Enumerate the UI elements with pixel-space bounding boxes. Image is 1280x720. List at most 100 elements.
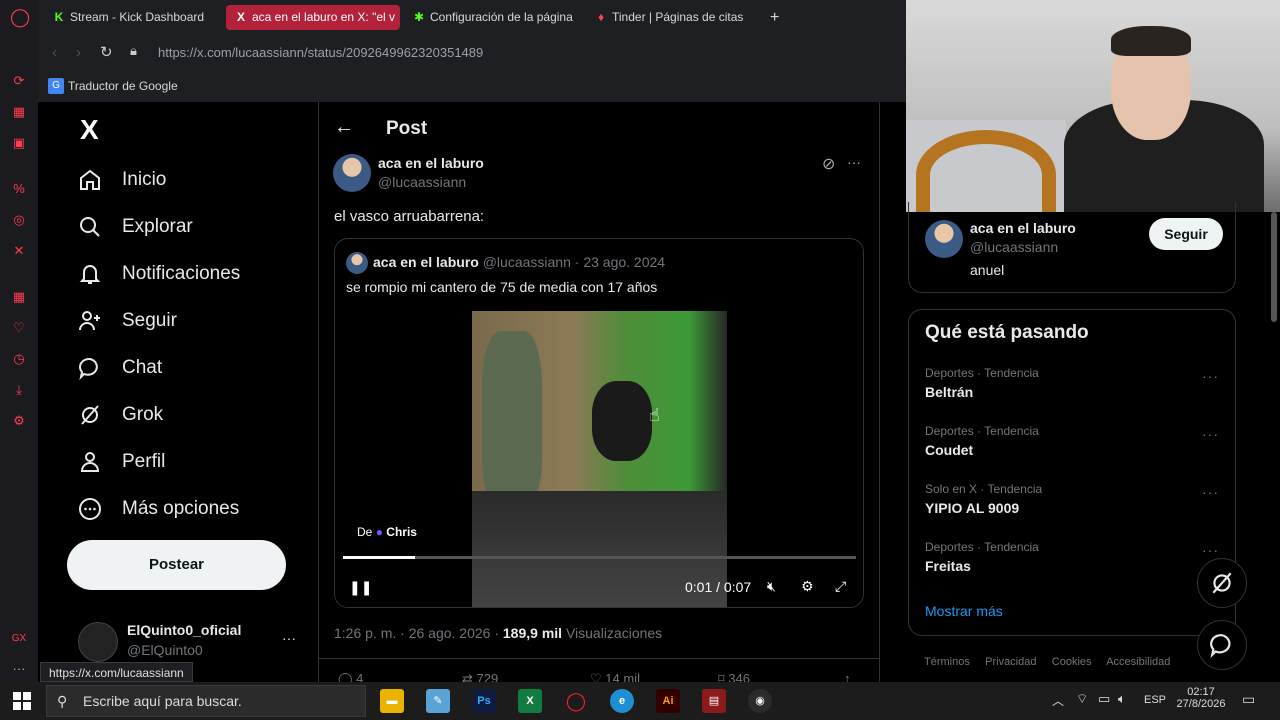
footer-accessibility[interactable]: Accesibilidad — [1106, 656, 1170, 668]
bookmarks-bar: G Traductor de Google — [38, 72, 906, 102]
trend-more-icon[interactable]: ··· — [1202, 542, 1219, 558]
tab-tinder[interactable]: ♦ Tinder | Páginas de citas — [586, 5, 758, 30]
mute-icon[interactable]: 🔇︎ — [767, 578, 776, 595]
post-more-icon[interactable]: ··· — [847, 154, 861, 170]
whatsapp-icon[interactable]: ◎ — [10, 211, 28, 229]
grok-post-icon[interactable]: ⊘ — [822, 154, 835, 174]
trend-more-icon[interactable]: ··· — [1202, 426, 1219, 442]
tab-x-post[interactable]: Xaca en el laburo en X: "el v — [226, 5, 400, 30]
messenger-icon[interactable]: ▣ — [10, 134, 28, 152]
nav-more[interactable]: Más opciones — [78, 491, 239, 527]
account-menu-icon[interactable]: ··· — [282, 630, 296, 646]
url-field[interactable]: https://x.com/lucaassiann/status/2092649… — [158, 45, 483, 60]
scrollbar[interactable] — [1271, 212, 1277, 322]
photoshop-icon[interactable]: Ps — [472, 689, 496, 713]
back-icon[interactable]: ‹ — [52, 44, 57, 61]
illustrator-icon[interactable]: Ai — [656, 689, 680, 713]
taskbar-search[interactable]: ⚲ Escribe aquí para buscar. — [46, 685, 366, 717]
trend-item[interactable]: Deportes · Tendencia Beltrán — [925, 366, 1039, 400]
nav-label: Inicio — [122, 169, 167, 190]
nav-explore[interactable]: Explorar — [78, 209, 193, 245]
video-player[interactable]: ☝ De ● Chris ❚❚ 0:01 / 0:07 🔇︎ ⚙ ⤢ — [335, 311, 863, 607]
repost-button[interactable]: ⇄ 729 — [462, 671, 498, 682]
nav-profile[interactable]: Perfil — [78, 444, 165, 480]
wallet-icon[interactable]: ▦ — [10, 103, 28, 121]
winrar-icon[interactable]: ▤ — [702, 689, 726, 713]
download-icon[interactable]: ⤓ — [10, 381, 28, 399]
more-icon[interactable]: ··· — [10, 660, 28, 678]
show-more-link[interactable]: Mostrar más — [925, 603, 1003, 619]
nav-follow[interactable]: Seguir — [78, 303, 177, 339]
video-progress-track[interactable] — [343, 556, 856, 559]
settings-icon[interactable]: ⚙ — [801, 578, 814, 595]
opera-sidebar: ◯ ⟳ ▦ ▣ % ◎ ✕ ▦ ♡ ◷ ⤓ ⚙ GX ··· — [0, 0, 38, 682]
trend-item[interactable]: Solo en X · Tendencia YIPIO AL 9009 — [925, 482, 1042, 516]
nav-grok[interactable]: Grok — [78, 397, 163, 433]
excel-icon[interactable]: X — [518, 689, 542, 713]
author-handle[interactable]: @lucaassiann — [378, 174, 466, 190]
quoted-post[interactable]: aca en el laburo @lucaassiann · 23 ago. … — [334, 238, 864, 608]
quote-header: aca en el laburo @lucaassiann · 23 ago. … — [373, 254, 665, 270]
bookmark-translate[interactable]: Traductor de Google — [68, 79, 178, 93]
bookmark-button[interactable]: ⌑ 346 — [718, 671, 750, 682]
follow-button[interactable]: Seguir — [1149, 218, 1223, 250]
post-button[interactable]: Postear — [67, 540, 286, 590]
forward-icon[interactable]: › — [76, 44, 81, 61]
clock[interactable]: 02:17 27/8/2026 — [1176, 686, 1226, 710]
trend-item[interactable]: Deportes · Tendencia Freitas — [925, 540, 1039, 574]
network-icon[interactable]: ⌔ — [1076, 691, 1088, 707]
tray-chevron-icon[interactable]: ︿ — [1052, 692, 1064, 709]
notifications-icon[interactable]: ▭ — [1242, 691, 1255, 708]
tab-kick-config[interactable]: ✱ Configuración de la página — [404, 5, 574, 30]
tab-kick-dashboard[interactable]: K Stream - Kick Dashboard — [44, 5, 220, 30]
x-sidebar-icon[interactable]: ✕ — [10, 242, 28, 260]
trend-more-icon[interactable]: ··· — [1202, 368, 1219, 384]
grok-float-button[interactable] — [1197, 558, 1247, 608]
file-explorer-icon[interactable]: ▬ — [380, 689, 404, 713]
profile-name[interactable]: aca en el laburo — [970, 220, 1076, 236]
author-avatar[interactable] — [333, 154, 371, 192]
gx-icon[interactable]: GX — [10, 630, 28, 648]
opera-gx-icon[interactable]: ◯ — [564, 689, 588, 713]
post-meta: 1:26 p. m. · 26 ago. 2026 · 189,9 mil Vi… — [334, 625, 662, 641]
post-timestamp[interactable]: 1:26 p. m. · 26 ago. 2026 · — [334, 625, 499, 641]
heart-icon[interactable]: ♡ — [10, 319, 28, 337]
apps-icon[interactable]: ▦ — [10, 288, 28, 306]
new-tab-button[interactable]: + — [762, 5, 786, 30]
obs-icon[interactable]: ◉ — [748, 689, 772, 713]
nav-chat[interactable]: Chat — [78, 350, 162, 386]
trend-more-icon[interactable]: ··· — [1202, 484, 1219, 500]
settings-icon[interactable]: ⚙ — [10, 412, 28, 430]
trend-item[interactable]: Deportes · Tendencia Coudet — [925, 424, 1039, 458]
like-button[interactable]: ♡ 14 mil — [590, 671, 640, 682]
fullscreen-icon[interactable]: ⤢ — [835, 578, 846, 595]
reply-button[interactable]: ◯ 4 — [338, 671, 363, 682]
volume-icon[interactable]: 🔈︎ — [1118, 691, 1126, 707]
nav-notifications[interactable]: Notificaciones — [78, 256, 240, 292]
footer-terms[interactable]: Términos — [924, 656, 970, 668]
pause-icon[interactable]: ❚❚ — [349, 579, 372, 596]
back-arrow-icon[interactable]: ← — [334, 116, 354, 139]
webcam-overlay — [906, 0, 1280, 212]
share-icon[interactable]: ↑ — [844, 671, 851, 682]
opera-logo-icon[interactable]: ◯ — [10, 8, 30, 26]
nav-label: Más opciones — [122, 498, 240, 519]
footer-privacy[interactable]: Privacidad — [985, 656, 1036, 668]
language-indicator[interactable]: ESP — [1144, 694, 1166, 706]
x-logo[interactable]: X — [80, 114, 99, 146]
history-icon[interactable]: ◷ — [10, 350, 28, 368]
aria-icon[interactable]: ⟳ — [10, 72, 28, 90]
nav-home[interactable]: Inicio — [78, 162, 166, 198]
footer-cookies[interactable]: Cookies — [1052, 656, 1092, 668]
notepad-icon[interactable]: ✎ — [426, 689, 450, 713]
reload-icon[interactable]: ↻ — [100, 43, 113, 61]
percent-icon[interactable]: % — [10, 180, 28, 198]
profile-avatar[interactable] — [925, 220, 963, 258]
battery-icon[interactable]: ▭ — [1098, 691, 1110, 707]
messages-float-button[interactable] — [1197, 620, 1247, 670]
profile-handle[interactable]: @lucaassiann — [970, 239, 1058, 255]
account-avatar[interactable] — [78, 622, 118, 662]
windows-start-icon[interactable] — [13, 692, 31, 710]
edge-icon[interactable]: e — [610, 689, 634, 713]
author-name[interactable]: aca en el laburo — [378, 155, 484, 171]
